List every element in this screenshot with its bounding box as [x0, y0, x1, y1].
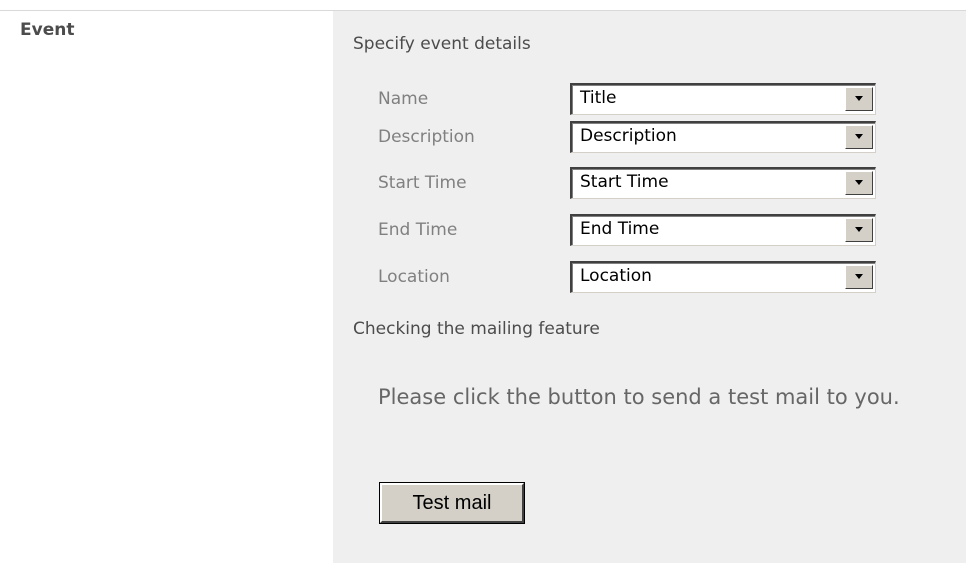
name-select[interactable]: Title [570, 83, 876, 115]
field-row-description: Description Description [378, 121, 898, 155]
event-details-title: Specify event details [353, 34, 531, 54]
end-time-select-value: End Time [580, 219, 660, 239]
mailing-instruction: Please click the button to send a test m… [378, 385, 900, 409]
chevron-down-icon[interactable] [845, 218, 873, 242]
field-row-start-time: Start Time Start Time [378, 167, 898, 201]
mailing-title: Checking the mailing feature [353, 319, 600, 339]
description-select-value: Description [580, 126, 677, 146]
description-select[interactable]: Description [570, 121, 876, 153]
chevron-down-icon[interactable] [845, 125, 873, 149]
field-label-end-time: End Time [378, 220, 458, 240]
location-select[interactable]: Location [570, 261, 876, 293]
field-row-name: Name Title [378, 83, 898, 117]
field-row-location: Location Location [378, 261, 898, 295]
end-time-select[interactable]: End Time [570, 214, 876, 246]
section-label: Event [20, 20, 75, 40]
event-settings-page: Event Specify event details Name Title D… [0, 0, 966, 563]
settings-panel: Specify event details Name Title Descrip… [333, 11, 966, 563]
field-label-name: Name [378, 89, 429, 109]
start-time-select[interactable]: Start Time [570, 167, 876, 199]
chevron-down-icon[interactable] [845, 171, 873, 195]
field-row-end-time: End Time End Time [378, 214, 898, 248]
start-time-select-value: Start Time [580, 172, 669, 192]
location-select-value: Location [580, 266, 652, 286]
name-select-value: Title [580, 88, 617, 108]
test-mail-button[interactable]: Test mail [379, 482, 525, 524]
field-label-location: Location [378, 267, 450, 287]
chevron-down-icon[interactable] [845, 87, 873, 111]
field-label-start-time: Start Time [378, 173, 467, 193]
chevron-down-icon[interactable] [845, 265, 873, 289]
field-label-description: Description [378, 127, 475, 147]
